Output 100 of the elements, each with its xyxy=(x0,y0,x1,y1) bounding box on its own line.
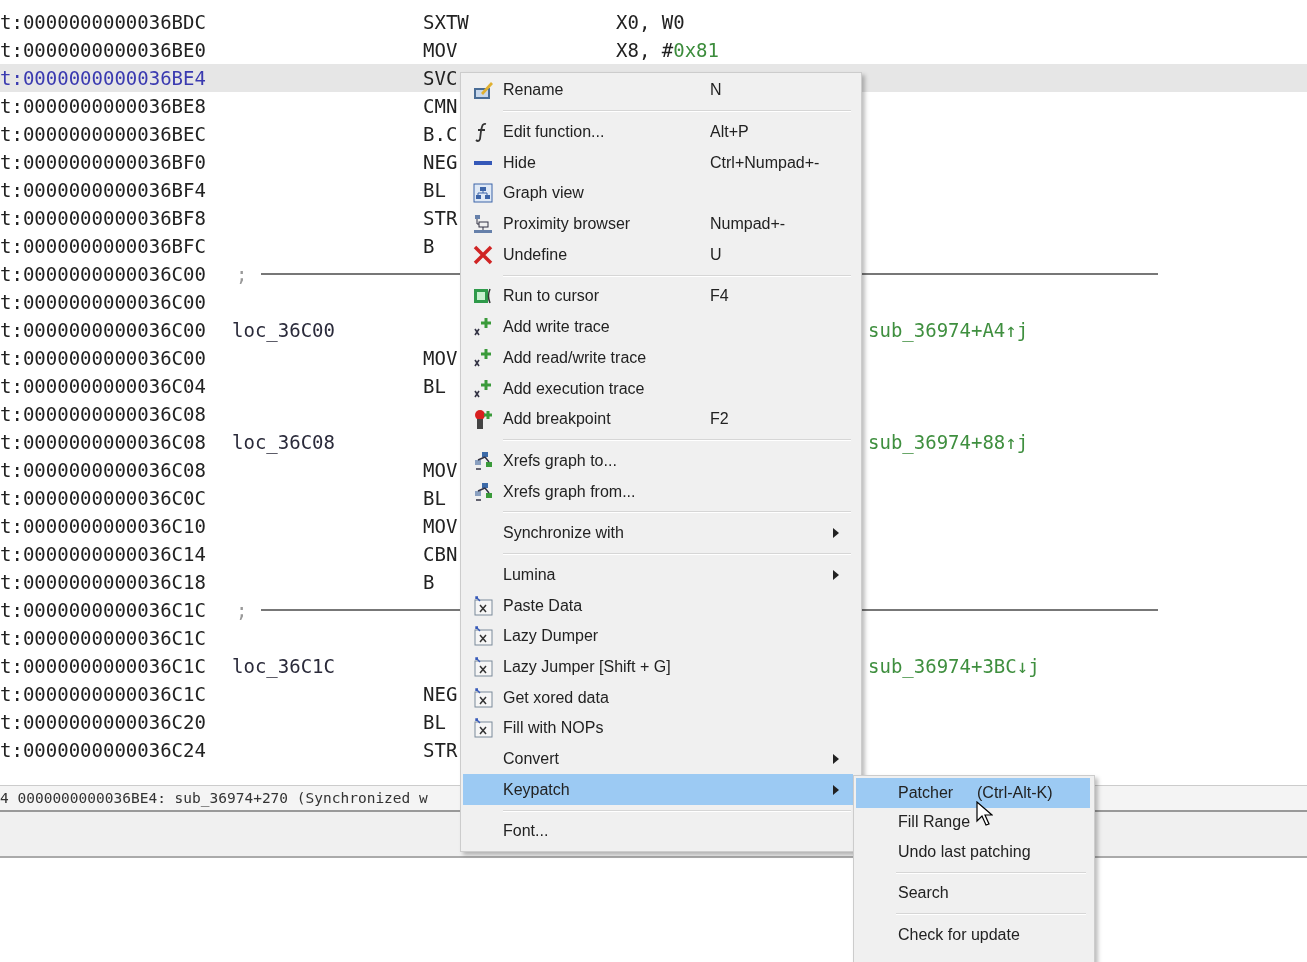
address: t:0000000000036C08 xyxy=(0,403,206,425)
breakpoint-icon xyxy=(472,408,494,431)
address: t:0000000000036C1C xyxy=(0,655,206,677)
xrefs-graph-icon xyxy=(472,480,494,503)
status-text: 4 0000000000036BE4: sub_36974+270 (Synchronized w xyxy=(0,790,428,806)
mnemonic: CBN xyxy=(423,543,458,565)
address: t:0000000000036C00 xyxy=(0,291,206,313)
menu-item[interactable]: Synchronize with xyxy=(463,517,853,549)
address: t:0000000000036BE8 xyxy=(0,95,206,117)
mnemonic: NEG xyxy=(423,151,458,173)
mnemonic: STR xyxy=(423,739,458,761)
code-label: loc_36C00 xyxy=(232,319,335,341)
mnemonic: SVC xyxy=(423,67,458,89)
menu-item[interactable]: Undo last patching xyxy=(856,837,1090,867)
xref-comment: sub_36974+A4↑j xyxy=(868,319,1029,341)
menu-item[interactable]: Add execution trace xyxy=(463,373,853,404)
address: t:0000000000036C10 xyxy=(0,515,206,537)
operands: X0, W0 xyxy=(616,11,685,33)
address: t:0000000000036C24 xyxy=(0,739,206,761)
menu-item[interactable]: Xrefs graph from... xyxy=(463,476,853,507)
submenu-arrow-icon xyxy=(833,784,840,795)
address: t:0000000000036C20 xyxy=(0,711,206,733)
menu-item[interactable]: Graph view xyxy=(463,178,853,209)
mnemonic: B xyxy=(423,571,435,593)
menu-item[interactable]: Get xored data xyxy=(463,682,853,714)
address: t:0000000000036BE4 xyxy=(0,67,206,89)
code-label: loc_36C08 xyxy=(232,431,335,453)
menu-item[interactable]: Convert xyxy=(463,743,853,775)
address: t:0000000000036C08 xyxy=(0,459,206,481)
address: t:0000000000036BDC xyxy=(0,11,206,33)
plugin-icon xyxy=(472,717,494,740)
mnemonic: MOV xyxy=(423,515,458,537)
menu-item[interactable]: Check for update xyxy=(856,920,1090,950)
menu-item[interactable]: Search xyxy=(856,878,1090,908)
menu-item[interactable]: Font... xyxy=(463,816,853,847)
menu-item[interactable]: Paste Data xyxy=(463,590,853,621)
submenu-arrow-icon xyxy=(833,754,840,765)
menu-item[interactable]: Xrefs graph to... xyxy=(463,445,853,477)
menu-item[interactable]: Lazy Jumper [Shift + G] xyxy=(463,651,853,683)
menu-item[interactable]: Keypatch xyxy=(463,774,853,806)
plugin-icon xyxy=(472,656,494,679)
address: t:0000000000036BF4 xyxy=(0,179,206,201)
menu-item[interactable]: Add write trace xyxy=(463,311,853,343)
address: t:0000000000036C1C xyxy=(0,599,206,621)
mnemonic: BL xyxy=(423,375,446,397)
menu-item[interactable]: Edit function... Alt+P xyxy=(463,116,853,148)
network-icon xyxy=(472,213,494,236)
mnemonic: MOV xyxy=(423,39,458,61)
menu-item[interactable]: Lazy Dumper xyxy=(463,621,853,652)
address: t:0000000000036BFC xyxy=(0,235,206,257)
comment-mark: ; xyxy=(235,599,248,621)
address: t:0000000000036C00 xyxy=(0,263,206,285)
mouse-pointer-icon xyxy=(976,801,993,827)
close-icon xyxy=(472,243,494,266)
mnemonic: BL xyxy=(423,179,446,201)
mnemonic: NEG xyxy=(423,683,458,705)
menu-item[interactable]: Proximity browser Numpad+- xyxy=(463,208,853,240)
trace-plus-icon xyxy=(472,346,494,369)
xref-comment: sub_36974+3BC↓j xyxy=(868,655,1040,677)
mnemonic: SXTW xyxy=(423,11,469,33)
menu-item[interactable]: Run to cursor F4 xyxy=(463,281,853,312)
address: t:0000000000036BF8 xyxy=(0,207,206,229)
minus-icon xyxy=(474,160,492,165)
menu-item[interactable]: Fill Range xyxy=(856,807,1090,837)
graph-icon xyxy=(472,182,494,205)
address: t:0000000000036C04 xyxy=(0,375,206,397)
menu-item[interactable]: Fill with NOPs xyxy=(463,713,853,744)
menu-item[interactable]: Add breakpoint F2 xyxy=(463,403,853,435)
address: t:0000000000036C00 xyxy=(0,319,206,341)
menu-item[interactable]: Rename N xyxy=(463,75,853,106)
mnemonic: CMN xyxy=(423,95,458,117)
xrefs-graph-icon xyxy=(472,449,494,472)
mnemonic: MOV xyxy=(423,459,458,481)
trace-plus-icon xyxy=(472,377,494,400)
mnemonic: STR xyxy=(423,207,458,229)
submenu-arrow-icon xyxy=(833,569,840,580)
xref-comment: sub_36974+88↑j xyxy=(868,431,1029,453)
mnemonic: BL xyxy=(423,711,446,733)
menu-item[interactable]: Hide Ctrl+Numpad+- xyxy=(463,147,853,179)
mnemonic: BL xyxy=(423,487,446,509)
menu-item[interactable]: Patcher (Ctrl-Alt-K) xyxy=(856,778,1090,808)
menu-item[interactable]: Add read/write trace xyxy=(463,342,853,374)
address: t:0000000000036BF0 xyxy=(0,151,206,173)
submenu-arrow-icon xyxy=(833,528,840,539)
pencil-icon xyxy=(472,79,494,102)
address: t:0000000000036C1C xyxy=(0,683,206,705)
plugin-icon xyxy=(472,686,494,709)
comment-mark: ; xyxy=(235,263,248,285)
menu-item[interactable]: Undefine U xyxy=(463,239,853,271)
plugin-icon xyxy=(472,625,494,648)
mnemonic: B xyxy=(423,235,435,257)
address: t:0000000000036C00 xyxy=(0,347,206,369)
address: t:0000000000036BE0 xyxy=(0,39,206,61)
code-label: loc_36C1C xyxy=(232,655,335,677)
mnemonic: MOV xyxy=(423,347,458,369)
address: t:0000000000036C1C xyxy=(0,627,206,649)
menu-item[interactable]: Lumina xyxy=(463,559,853,591)
address: t:0000000000036C18 xyxy=(0,571,206,593)
address: t:0000000000036C0C xyxy=(0,487,206,509)
address: t:0000000000036C08 xyxy=(0,431,206,453)
